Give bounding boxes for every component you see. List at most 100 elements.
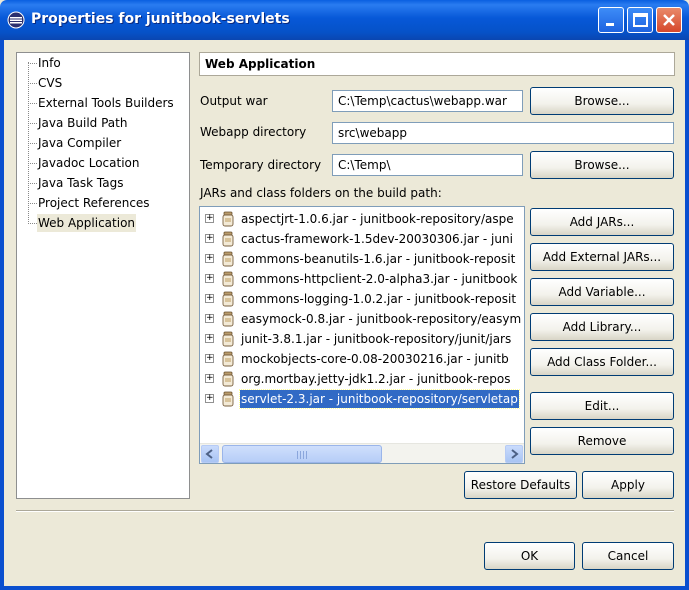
- nav-item-info[interactable]: Info: [37, 54, 62, 72]
- expand-icon[interactable]: +: [205, 374, 214, 383]
- jar-icon: [222, 351, 234, 367]
- tree-connector: [28, 163, 37, 164]
- temporary-directory-label: Temporary directory: [200, 158, 322, 172]
- output-war-field[interactable]: C:\Temp\cactus\webapp.war: [332, 90, 523, 112]
- tree-connector: [28, 143, 37, 144]
- jar-label: mockobjects-core-0.08-20030216.jar - jun…: [241, 352, 509, 366]
- nav-item-java-compiler[interactable]: Java Compiler: [37, 134, 122, 152]
- apply-button[interactable]: Apply: [582, 471, 674, 499]
- expand-icon[interactable]: +: [205, 234, 214, 243]
- jar-label: commons-logging-1.0.2.jar - junitbook-re…: [241, 292, 517, 306]
- webapp-directory-label: Webapp directory: [200, 125, 307, 139]
- window-frame-right: [685, 40, 689, 590]
- scroll-grip: [297, 451, 307, 459]
- title-bar[interactable]: Properties for junitbook-servlets: [0, 0, 689, 40]
- add-library-button[interactable]: Add Library...: [530, 313, 674, 341]
- output-war-label: Output war: [200, 94, 268, 108]
- close-icon: [663, 14, 675, 26]
- jar-list-item[interactable]: + aspectjrt-1.0.6.jar - junitbook-reposit…: [200, 209, 524, 229]
- maximize-button[interactable]: [627, 7, 653, 33]
- scroll-right-button[interactable]: [505, 445, 523, 463]
- nav-item-java-build-path[interactable]: Java Build Path: [37, 114, 128, 132]
- jar-list-item[interactable]: + org.mortbay.jetty-jdk1.2.jar - junitboo…: [200, 369, 524, 389]
- add-external-jars-button[interactable]: Add External JARs...: [530, 243, 674, 271]
- minimize-icon: [606, 23, 614, 26]
- nav-item-java-task-tags[interactable]: Java Task Tags: [37, 174, 124, 192]
- jar-label: junit-3.8.1.jar - junitbook-repository/j…: [241, 332, 512, 346]
- jar-label: aspectjrt-1.0.6.jar - junitbook-reposito…: [241, 212, 514, 226]
- jar-icon: [222, 231, 234, 247]
- jar-list-item[interactable]: + cactus-framework-1.5dev-20030306.jar - …: [200, 229, 524, 249]
- jar-icon: [222, 311, 234, 327]
- jar-list-item[interactable]: + commons-httpclient-2.0-alpha3.jar - jun…: [200, 269, 524, 289]
- add-class-folder-button[interactable]: Add Class Folder...: [530, 348, 674, 376]
- add-jars-button[interactable]: Add JARs...: [530, 208, 674, 236]
- tree-connector: [28, 123, 37, 124]
- scroll-thumb[interactable]: [222, 445, 382, 463]
- tree-connector: [28, 83, 37, 84]
- add-variable-button[interactable]: Add Variable...: [530, 278, 674, 306]
- expand-icon[interactable]: +: [205, 354, 214, 363]
- jar-list[interactable]: + aspectjrt-1.0.6.jar - junitbook-reposit…: [199, 206, 525, 464]
- jar-label: easymock-0.8.jar - junitbook-repository/…: [241, 312, 522, 326]
- tree-connector: [28, 203, 37, 204]
- window-frame-left: [0, 40, 4, 590]
- expand-icon[interactable]: +: [205, 394, 214, 403]
- edit-button[interactable]: Edit...: [530, 392, 674, 420]
- horizontal-scrollbar[interactable]: [200, 443, 524, 463]
- nav-item-external-tools-builders[interactable]: External Tools Builders: [37, 94, 175, 112]
- jars-section-label: JARs and class folders on the build path…: [200, 186, 442, 200]
- jar-list-item[interactable]: + mockobjects-core-0.08-20030216.jar - ju…: [200, 349, 524, 369]
- jar-list-item[interactable]: + commons-logging-1.0.2.jar - junitbook-r…: [200, 289, 524, 309]
- jar-icon: [222, 271, 234, 287]
- output-war-browse-button[interactable]: Browse...: [530, 87, 674, 115]
- jar-icon: [222, 331, 234, 347]
- window-title: Properties for junitbook-servlets: [31, 11, 290, 27]
- nav-item-project-references[interactable]: Project References: [37, 194, 151, 212]
- jar-list-item[interactable]: + commons-beanutils-1.6.jar - junitbook-r…: [200, 249, 524, 269]
- webapp-directory-field[interactable]: src\webapp: [332, 122, 674, 144]
- expand-icon[interactable]: +: [205, 214, 214, 223]
- expand-icon[interactable]: +: [205, 334, 214, 343]
- nav-item-cvs[interactable]: CVS: [37, 74, 63, 92]
- jar-icon: [222, 291, 234, 307]
- expand-icon[interactable]: +: [205, 294, 214, 303]
- tree-connector: [28, 63, 37, 64]
- window-frame-bottom: [0, 586, 689, 590]
- separator: [16, 510, 674, 512]
- jar-label: commons-httpclient-2.0-alpha3.jar - juni…: [241, 272, 518, 286]
- restore-defaults-button[interactable]: Restore Defaults: [464, 471, 577, 499]
- jar-icon: [222, 371, 234, 387]
- minimize-button[interactable]: [598, 7, 624, 33]
- ok-button[interactable]: OK: [484, 542, 575, 570]
- cancel-button[interactable]: Cancel: [582, 542, 674, 570]
- tree-connector: [28, 223, 37, 224]
- temporary-directory-field[interactable]: C:\Temp\: [332, 154, 523, 176]
- jar-icon: [222, 211, 234, 227]
- jar-label: commons-beanutils-1.6.jar - junitbook-re…: [241, 252, 516, 266]
- maximize-icon: [633, 13, 648, 27]
- nav-item-web-application[interactable]: Web Application: [37, 214, 137, 232]
- jar-icon: [222, 251, 234, 267]
- jar-list-item[interactable]: + junit-3.8.1.jar - junitbook-repository/…: [200, 329, 524, 349]
- expand-icon[interactable]: +: [205, 314, 214, 323]
- jar-label: servlet-2.3.jar - junitbook-repository/s…: [239, 389, 520, 409]
- jar-label: cactus-framework-1.5dev-20030306.jar - j…: [241, 232, 513, 246]
- tree-connector: [28, 183, 37, 184]
- expand-icon[interactable]: +: [205, 254, 214, 263]
- properties-nav-tree[interactable]: Info CVS External Tools Builders Java Bu…: [16, 52, 190, 499]
- close-button[interactable]: [656, 7, 682, 33]
- expand-icon[interactable]: +: [205, 274, 214, 283]
- remove-button[interactable]: Remove: [530, 427, 674, 455]
- nav-item-javadoc-location[interactable]: Javadoc Location: [37, 154, 140, 172]
- chevron-right-icon: [511, 449, 519, 459]
- temporary-directory-browse-button[interactable]: Browse...: [530, 151, 674, 179]
- tree-connector: [28, 103, 37, 104]
- jar-label: org.mortbay.jetty-jdk1.2.jar - junitbook…: [241, 372, 511, 386]
- page-title: Web Application: [199, 52, 675, 76]
- eclipse-icon: [7, 11, 25, 29]
- chevron-left-icon: [205, 449, 213, 459]
- jar-list-item[interactable]: + easymock-0.8.jar - junitbook-repository…: [200, 309, 524, 329]
- scroll-left-button[interactable]: [201, 445, 219, 463]
- jar-list-item[interactable]: + servlet-2.3.jar - junitbook-repository/…: [200, 389, 524, 409]
